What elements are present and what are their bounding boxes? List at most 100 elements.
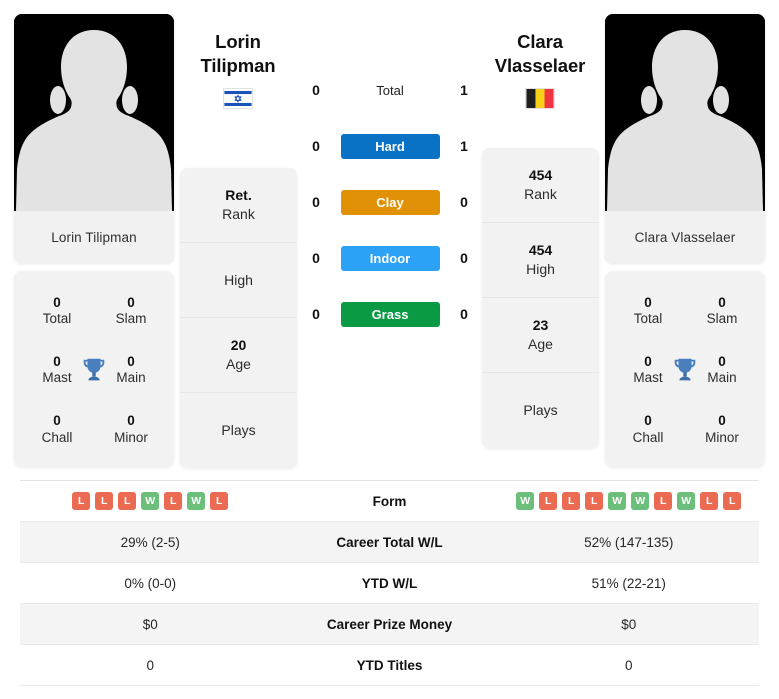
- form-badge-loss[interactable]: L: [164, 492, 183, 510]
- player-header-right[interactable]: Clara Vlasselaer: [465, 30, 615, 109]
- stat-cell-left: 0% (0-0): [124, 575, 177, 591]
- title-value: 0: [127, 353, 135, 369]
- player-stat-card-left: Ret. Rank High 20 Age Plays: [180, 168, 297, 468]
- title-label: Chall: [632, 429, 664, 445]
- title-cell: 0 Slam: [94, 281, 168, 340]
- h2h-row-total: 0 Total 1: [305, 62, 475, 118]
- stat-value: 20: [230, 337, 247, 354]
- form-badge-win[interactable]: W: [516, 492, 535, 510]
- form-badge-loss[interactable]: L: [72, 492, 91, 510]
- stat-value: Ret.: [225, 187, 252, 204]
- avatar-silhouette-icon: [14, 14, 174, 211]
- surface-badge-indoor[interactable]: Indoor: [340, 245, 440, 271]
- surface-badge-grass[interactable]: Grass: [340, 301, 440, 327]
- title-label: Mast: [42, 370, 72, 386]
- stat-row-label: Form: [372, 493, 407, 509]
- form-badge-loss[interactable]: L: [210, 492, 229, 510]
- title-value: 0: [644, 413, 652, 429]
- stat-label: High: [224, 271, 253, 288]
- title-label: Slam: [115, 311, 147, 327]
- form-badge-loss[interactable]: L: [700, 492, 719, 510]
- form-badge-loss[interactable]: L: [118, 492, 137, 510]
- form-badge-win[interactable]: W: [187, 492, 206, 510]
- form-badge-win[interactable]: W: [631, 492, 650, 510]
- form-badge-loss[interactable]: L: [654, 492, 673, 510]
- stat-label: Plays: [221, 422, 256, 439]
- form-badge-loss[interactable]: L: [723, 492, 742, 510]
- title-cell: 0 Mast: [20, 340, 94, 399]
- stat-label: Age: [528, 336, 553, 352]
- table-row: 0 YTD Titles 0: [20, 645, 759, 686]
- h2h-row-indoor: 0 Indoor 0: [305, 230, 475, 286]
- flag-israel-icon: [223, 87, 253, 109]
- stat-label: Plays: [523, 402, 558, 419]
- title-cell: 0 Chall: [20, 400, 94, 459]
- player-header-left[interactable]: Lorin Tilipman: [163, 30, 313, 109]
- player-first-name: Clara: [517, 31, 563, 52]
- h2h-right-count: 1: [460, 82, 468, 98]
- titles-card-left: 0 Total 0 Slam 0 Mast 0 Main 0 Chall 0 M…: [14, 271, 174, 467]
- stat-row-label: Career Total W/L: [336, 534, 443, 550]
- avatar-name-label-left: Lorin Tilipman: [14, 211, 174, 263]
- surface-badge-hard[interactable]: Hard: [340, 133, 440, 159]
- form-badge-win[interactable]: W: [677, 492, 696, 510]
- title-value: 0: [718, 353, 726, 369]
- form-badge-loss[interactable]: L: [95, 492, 114, 510]
- form-badge-win[interactable]: W: [141, 492, 160, 510]
- h2h-row-clay: 0 Clay 0: [305, 174, 475, 230]
- stat-row-rank: Ret. Rank: [180, 168, 297, 243]
- title-label: Main: [116, 370, 146, 386]
- player-last-name: Tilipman: [200, 55, 276, 77]
- title-cell: 0 Total: [611, 281, 685, 340]
- table-row: L L L W L W L Form W L L L W W L W L L: [20, 481, 759, 522]
- stat-row-label: YTD W/L: [361, 575, 418, 591]
- title-label: Main: [707, 370, 737, 386]
- table-row: 29% (2-5) Career Total W/L 52% (147-135): [20, 522, 759, 563]
- surface-badge-clay[interactable]: Clay: [340, 189, 440, 215]
- title-value: 0: [644, 353, 652, 369]
- title-cell: 0 Minor: [685, 400, 759, 459]
- stat-label: Rank: [222, 206, 255, 222]
- form-badge-win[interactable]: W: [608, 492, 627, 510]
- h2h-right-count: 0: [460, 250, 468, 266]
- title-cell: 0 Slam: [685, 281, 759, 340]
- title-cell: 0 Mast: [611, 340, 685, 399]
- title-value: 0: [127, 413, 135, 429]
- title-value: 0: [644, 294, 652, 310]
- stat-label: Age: [226, 356, 251, 372]
- stat-label: Rank: [524, 186, 557, 202]
- h2h-left-count: 0: [312, 82, 320, 98]
- form-badge-loss[interactable]: L: [585, 492, 604, 510]
- title-cell: 0 Total: [20, 281, 94, 340]
- stat-cell-right: 51% (22-21): [591, 575, 666, 591]
- h2h-row-grass: 0 Grass 0: [305, 286, 475, 342]
- stat-row-high: High: [180, 243, 297, 318]
- flag-belgium-icon: [525, 87, 555, 109]
- player-avatar-card-left[interactable]: Lorin Tilipman: [14, 14, 174, 263]
- stat-value: 23: [532, 317, 549, 334]
- title-value: 0: [718, 294, 726, 310]
- title-value: 0: [53, 294, 61, 310]
- stat-cell-right: 52% (147-135): [584, 534, 674, 550]
- stat-cell-left: 0: [146, 657, 154, 673]
- title-label: Chall: [41, 429, 73, 445]
- h2h-surface-breakdown: 0 Total 1 0 Hard 1 0 Clay 0 0 Indoor 0 0 Grass 0: [305, 62, 475, 342]
- form-badge-loss[interactable]: L: [539, 492, 558, 510]
- h2h-left-count: 0: [312, 194, 320, 210]
- titles-card-right: 0 Total 0 Slam 0 Mast 0 Main 0 Chall 0 M…: [605, 271, 765, 467]
- h2h-right-count: 0: [460, 306, 468, 322]
- stat-cell-left: $0: [142, 616, 158, 632]
- player-avatar-card-right[interactable]: Clara Vlasselaer: [605, 14, 765, 263]
- table-row: 0% (0-0) YTD W/L 51% (22-21): [20, 563, 759, 604]
- stat-label: High: [526, 261, 555, 277]
- title-value: 0: [53, 413, 61, 429]
- player-first-name: Lorin: [215, 31, 261, 52]
- title-label: Minor: [705, 429, 739, 445]
- table-row: $0 Career Prize Money $0: [20, 604, 759, 645]
- h2h-left-count: 0: [312, 250, 320, 266]
- h2h-left-count: 0: [312, 138, 320, 154]
- title-value: 0: [127, 294, 135, 310]
- stat-row-label: Career Prize Money: [326, 616, 453, 632]
- title-label: Total: [633, 311, 663, 327]
- form-badge-loss[interactable]: L: [562, 492, 581, 510]
